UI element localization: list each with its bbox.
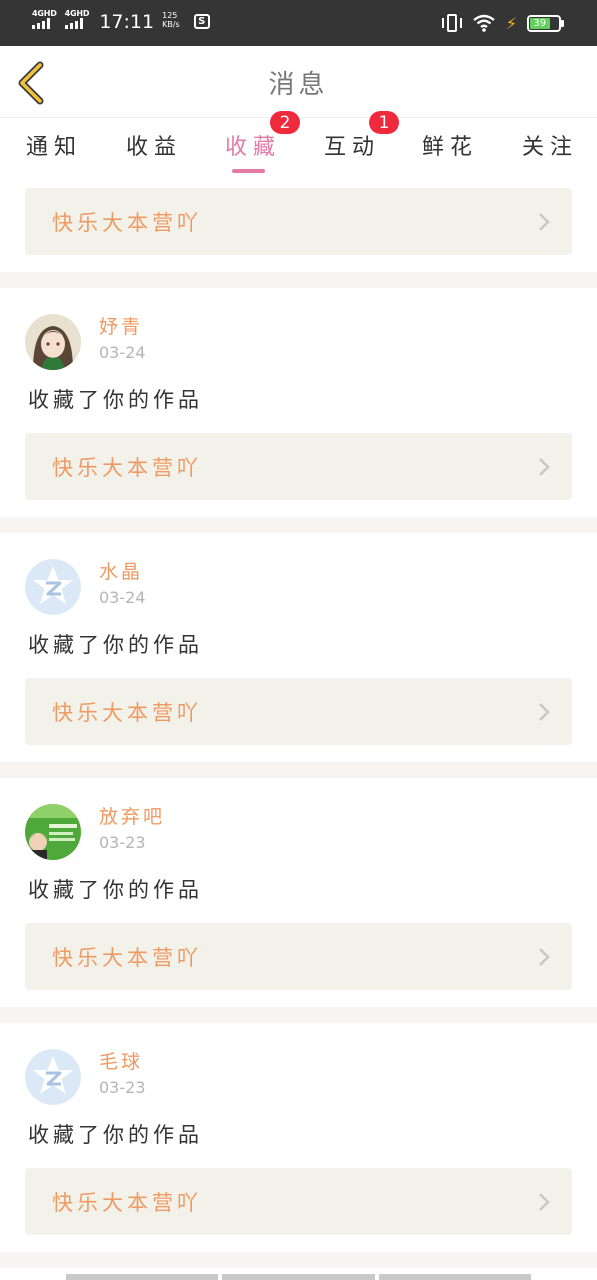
signal-sim1-icon: 4GHD	[32, 9, 57, 29]
section-divider	[0, 1007, 597, 1023]
tab-following[interactable]: 关注	[522, 129, 578, 161]
page-title: 消息	[268, 70, 329, 100]
work-link-banner[interactable]: 快乐大本营吖	[25, 678, 572, 745]
message-text: 收藏了你的作品	[28, 1123, 203, 1147]
work-title: 快乐大本营吖	[52, 455, 202, 480]
section-divider	[0, 762, 597, 778]
work-link-banner[interactable]: 快乐大本营吖	[25, 188, 572, 255]
message-date: 03-23	[99, 833, 146, 852]
chevron-right-icon	[539, 1193, 550, 1211]
message-date: 03-23	[99, 1078, 146, 1097]
message-text: 收藏了你的作品	[28, 878, 203, 902]
active-tab-indicator	[232, 169, 265, 173]
sim1-network-label: 4GHD	[32, 9, 57, 18]
tab-favorites[interactable]: 收藏	[225, 129, 281, 161]
network-speed: 125 KB/s	[162, 11, 180, 29]
section-divider	[0, 272, 597, 288]
message-date: 03-24	[99, 588, 146, 607]
user-name[interactable]: 毛球	[99, 1049, 146, 1075]
chevron-right-icon	[539, 458, 550, 476]
interactions-count-badge: 1	[369, 111, 399, 134]
avatar[interactable]	[25, 314, 81, 370]
charging-icon: ⚡	[505, 13, 517, 33]
chevron-right-icon	[539, 948, 550, 966]
work-title: 快乐大本营吖	[52, 945, 202, 970]
list-item: 放弃吧 03-23 收藏了你的作品 快乐大本营吖	[0, 778, 597, 1007]
chevron-right-icon	[539, 213, 550, 231]
avatar[interactable]	[25, 559, 81, 615]
list-item: 妤青 03-24 收藏了你的作品 快乐大本营吖	[0, 288, 597, 517]
avatar[interactable]	[25, 1049, 81, 1105]
work-link-banner[interactable]: 快乐大本营吖	[25, 1168, 572, 1235]
message-text: 收藏了你的作品	[28, 633, 203, 657]
header: 消息	[0, 46, 597, 118]
status-bar: 4GHD 4GHD 17:11 125 KB/s S ⚡ 39	[0, 0, 597, 46]
clock: 17:11	[99, 11, 155, 33]
avatar[interactable]	[25, 804, 81, 860]
list-item: 水晶 03-24 收藏了你的作品 快乐大本营吖	[0, 533, 597, 762]
wifi-icon	[473, 14, 495, 32]
message-date: 03-24	[99, 343, 146, 362]
user-name[interactable]: 水晶	[99, 559, 146, 585]
tab-flowers[interactable]: 鲜花	[422, 129, 478, 161]
network-speed-value: 125	[162, 11, 178, 20]
tab-earnings[interactable]: 收益	[126, 129, 182, 161]
section-divider	[0, 1252, 597, 1268]
bottom-gesture-bar	[66, 1274, 531, 1280]
message-list: 快乐大本营吖 妤青 03-24 收藏了你的作品 快乐大本营吖 水晶 03-24 …	[0, 180, 597, 1280]
user-name[interactable]: 妤青	[99, 314, 146, 340]
signal-sim2-icon: 4GHD	[64, 9, 90, 29]
work-title: 快乐大本营吖	[52, 210, 202, 235]
message-text: 收藏了你的作品	[28, 388, 203, 412]
work-title: 快乐大本营吖	[52, 700, 202, 725]
work-link-banner[interactable]: 快乐大本营吖	[25, 433, 572, 500]
tab-interactions[interactable]: 互动	[324, 129, 380, 161]
screenshot-notification-icon: S	[193, 14, 210, 29]
sim2-network-label: 4GHD	[64, 9, 90, 18]
work-title: 快乐大本营吖	[52, 1190, 202, 1215]
battery-level: 39	[530, 17, 550, 29]
tab-notifications[interactable]: 通知	[26, 129, 82, 161]
section-divider	[0, 517, 597, 533]
network-speed-unit: KB/s	[162, 20, 180, 29]
battery-icon: 39	[527, 14, 564, 32]
user-name[interactable]: 放弃吧	[99, 804, 165, 830]
work-link-banner[interactable]: 快乐大本营吖	[25, 923, 572, 990]
chevron-right-icon	[539, 703, 550, 721]
vibrate-icon	[441, 12, 462, 34]
favorites-count-badge: 2	[270, 111, 300, 134]
list-item: 毛球 03-23 收藏了你的作品 快乐大本营吖	[0, 1023, 597, 1252]
